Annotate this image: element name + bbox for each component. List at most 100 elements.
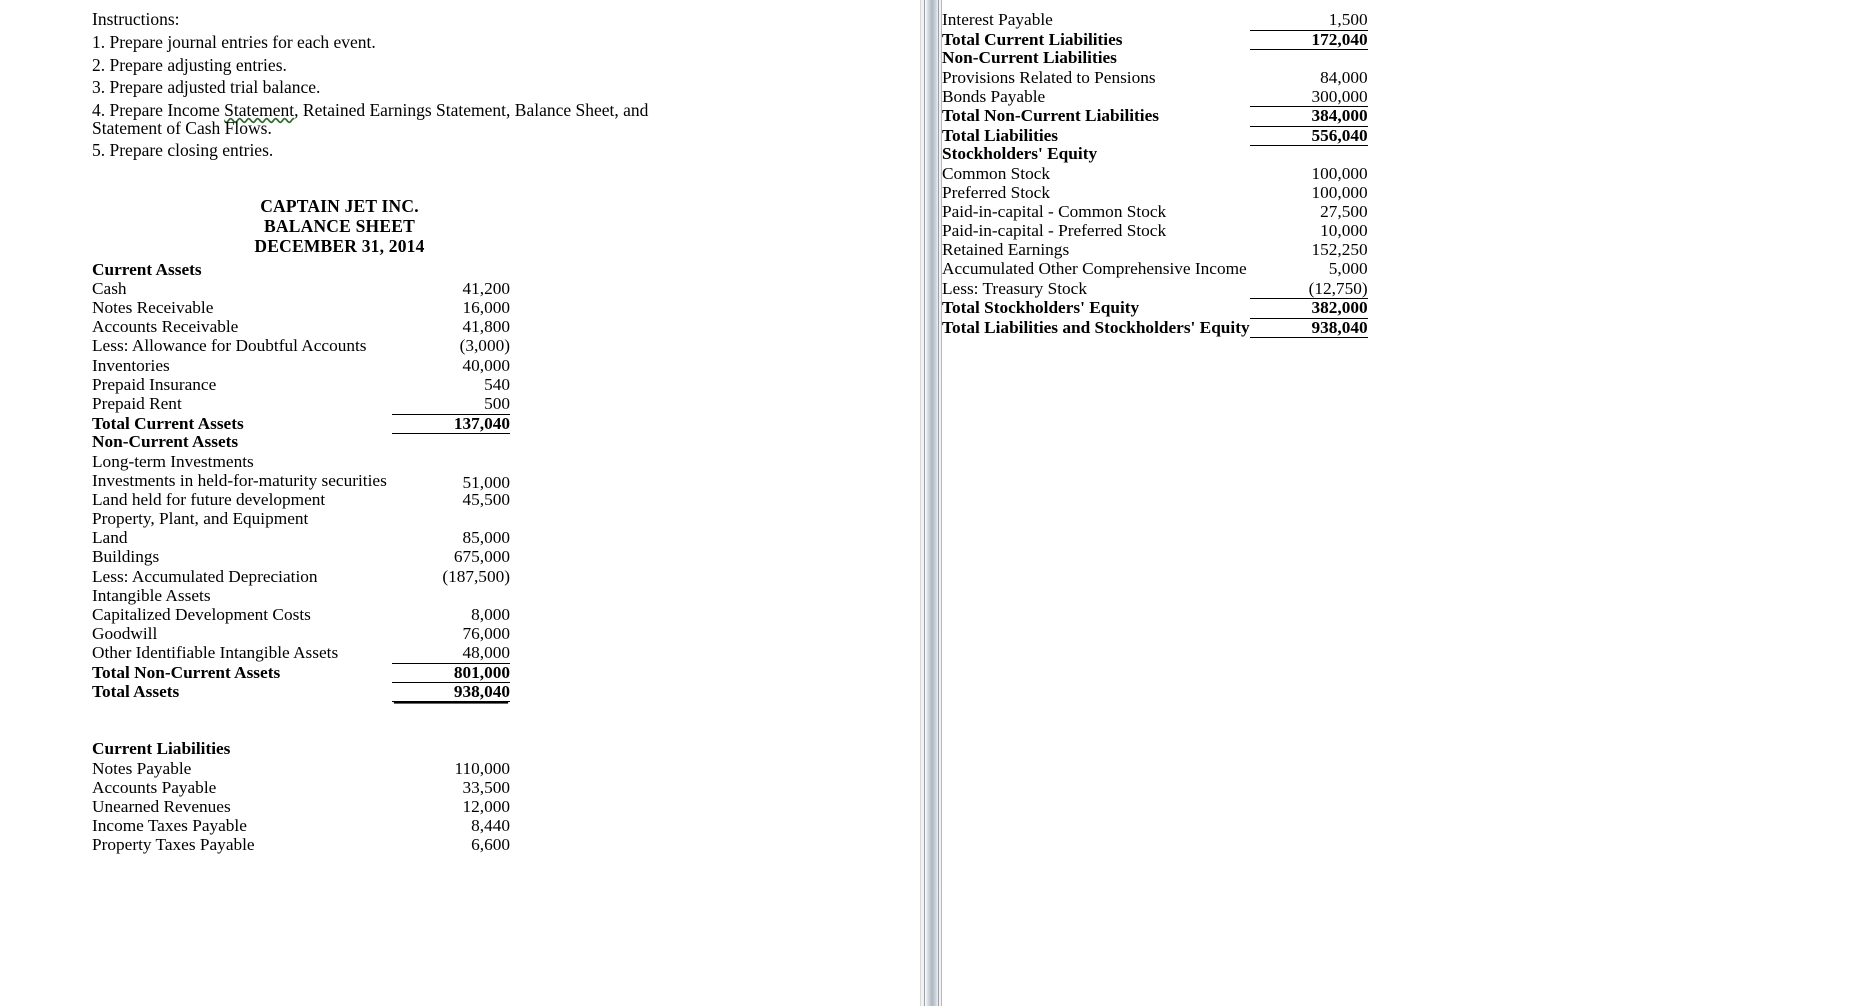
row-label: Accumulated Other Comprehensive Income xyxy=(942,259,1247,279)
row-amount: 300,000 xyxy=(1249,88,1368,108)
subsection-header-row: Property, Plant, and Equipment xyxy=(92,510,510,529)
interest-payable-amount: 1,500 xyxy=(1249,11,1368,31)
row-label: Accounts Payable xyxy=(92,777,217,797)
table-row: Retained Earnings 152,250 xyxy=(942,241,1368,260)
row-amount: 16,000 xyxy=(462,298,510,318)
empty-amount xyxy=(1250,145,1368,164)
row-label: Cash xyxy=(92,278,127,298)
pane-divider-scrollbar[interactable] xyxy=(920,0,942,1006)
row-label: Prepaid Insurance xyxy=(92,374,217,394)
subsection-header-row: Intangible Assets xyxy=(92,587,510,606)
empty-amount xyxy=(392,510,510,529)
row-amount: 33,500 xyxy=(462,777,510,797)
table-row: Land held for future development 45,500 xyxy=(92,491,510,510)
row-label: Notes Receivable xyxy=(92,298,214,318)
table-row: Paid-in-capital - Preferred Stock 10,000 xyxy=(942,222,1368,241)
table-row: Interest Payable 1,500 xyxy=(942,10,1368,31)
table-row: Preferred Stock 100,000 xyxy=(942,182,1368,203)
table-row: Bonds Payable 300,000 xyxy=(942,86,1368,108)
statement-type: BALANCE SHEET xyxy=(264,216,415,237)
assets-table: Current Assets Cash 41,200 Notes Receiva… xyxy=(92,259,510,856)
row-amount: 110,000 xyxy=(454,758,510,778)
empty-amount xyxy=(392,587,510,606)
row-amount: 100,000 xyxy=(1311,182,1368,202)
current-assets-header: Current Assets xyxy=(92,259,202,279)
total-liabilities-and-equity-label: Total Liabilities and Stockholders' Equi… xyxy=(942,317,1250,337)
row-label: Other Identifiable Intangible Assets xyxy=(92,643,339,663)
statement-title-block: CAPTAIN JET INC. BALANCE SHEET DECEMBER … xyxy=(92,196,920,257)
left-page-pane: Instructions: 1. Prepare journal entries… xyxy=(0,0,920,1006)
row-amount: 40,000 xyxy=(462,355,510,375)
interest-payable-label: Interest Payable xyxy=(942,10,1053,29)
row-amount: 76,000 xyxy=(462,624,510,644)
total-stockholders-equity-label: Total Stockholders' Equity xyxy=(942,298,1140,318)
table-row: Land 85,000 xyxy=(92,529,510,548)
section-header-row: Current Assets xyxy=(92,259,510,280)
row-label: Paid-in-capital - Common Stock xyxy=(942,201,1167,221)
document-page: Instructions: 1. Prepare journal entries… xyxy=(0,0,1850,1006)
row-label: Unearned Revenues xyxy=(92,796,231,816)
row-label: Accounts Receivable xyxy=(92,317,239,337)
table-row: Common Stock 100,000 xyxy=(942,164,1368,184)
row-label: Land xyxy=(92,528,128,548)
instruction-item-3: 3. Prepare adjusted trial balance. xyxy=(92,77,321,98)
long-term-investments-header: Long-term Investments xyxy=(92,451,254,471)
held-to-maturity-label: Investments in held-for-maturity securit… xyxy=(92,470,387,490)
spacer-cell xyxy=(92,721,392,740)
empty-amount xyxy=(392,740,510,759)
row-label: Capitalized Development Costs xyxy=(92,605,311,625)
table-row: Less: Accumulated Depreciation (187,500) xyxy=(92,567,510,587)
table-row: Cash 41,200 xyxy=(92,280,510,299)
instructions-block: Instructions: 1. Prepare journal entries… xyxy=(92,10,920,161)
table-row: Paid-in-capital - Common Stock 27,500 xyxy=(942,203,1368,222)
subtotal-row: Total Non-Current Assets 801,000 xyxy=(92,663,510,684)
table-row: Other Identifiable Intangible Assets 48,… xyxy=(92,643,510,665)
row-label: Notes Payable xyxy=(92,758,192,778)
table-row: Unearned Revenues 12,000 xyxy=(92,798,510,817)
row-amount: 48,000 xyxy=(392,644,510,665)
table-row: Buildings 675,000 xyxy=(92,548,510,567)
row-label: Retained Earnings xyxy=(942,240,1070,260)
subtotal-row: Total Stockholders' Equity 382,000 xyxy=(942,298,1368,319)
row-amount: 675,000 xyxy=(453,547,510,567)
row-label: Less: Allowance for Doubtful Accounts xyxy=(92,336,367,356)
stockholders-equity-header: Stockholders' Equity xyxy=(942,144,1098,164)
row-label: Inventories xyxy=(92,355,170,375)
total-liabilities-and-equity-amount: 938,040 xyxy=(1249,318,1368,338)
total-assets-label: Total Assets xyxy=(92,682,180,702)
spacer-cell xyxy=(392,721,510,740)
table-row: Inventories 40,000 xyxy=(92,355,510,376)
instruction-item-5: 5. Prepare closing entries. xyxy=(92,140,274,161)
table-row: Capitalized Development Costs 8,000 xyxy=(92,606,510,625)
section-header-row: Current Liabilities xyxy=(92,740,510,759)
subtotal-row: Total Current Liabilities 172,040 xyxy=(942,30,1368,50)
subtotal-row: Total Current Assets 137,040 xyxy=(92,414,510,434)
total-row: Total Liabilities 556,040 xyxy=(942,125,1368,146)
row-amount: 6,600 xyxy=(471,835,510,855)
scrollbar-thumb[interactable] xyxy=(924,0,939,1006)
row-amount: 41,200 xyxy=(462,278,510,298)
table-row: Notes Receivable 16,000 xyxy=(92,299,510,318)
total-stockholders-equity-amount: 382,000 xyxy=(1249,298,1368,319)
row-amount: 27,500 xyxy=(1320,201,1368,221)
company-name: CAPTAIN JET INC. xyxy=(260,195,419,216)
non-current-liabilities-header: Non-Current Liabilities xyxy=(942,48,1117,68)
land-future-amount: 45,500 xyxy=(462,489,510,509)
total-non-current-liabilities-amount: 384,000 xyxy=(1249,106,1368,127)
land-future-label: Land held for future development xyxy=(92,489,326,509)
row-amount: 152,250 xyxy=(1311,240,1368,260)
table-row: Prepaid Insurance 540 xyxy=(92,376,510,395)
instruction-item-1: 1. Prepare journal entries for each even… xyxy=(92,31,376,52)
row-amount: 85,000 xyxy=(462,528,510,548)
total-liabilities-label: Total Liabilities xyxy=(942,125,1059,145)
row-amount: 84,000 xyxy=(1320,67,1368,87)
row-label: Provisions Related to Pensions xyxy=(942,67,1156,87)
current-liabilities-header: Current Liabilities xyxy=(92,739,231,759)
table-row: Accounts Receivable 41,800 xyxy=(92,318,510,337)
row-label: Income Taxes Payable xyxy=(92,816,247,836)
spacer-cell xyxy=(392,702,510,721)
row-label: Property Taxes Payable xyxy=(92,835,255,855)
table-row: Goodwill 76,000 xyxy=(92,625,510,644)
row-label: Bonds Payable xyxy=(942,86,1046,106)
row-label: Prepaid Rent xyxy=(92,393,182,413)
